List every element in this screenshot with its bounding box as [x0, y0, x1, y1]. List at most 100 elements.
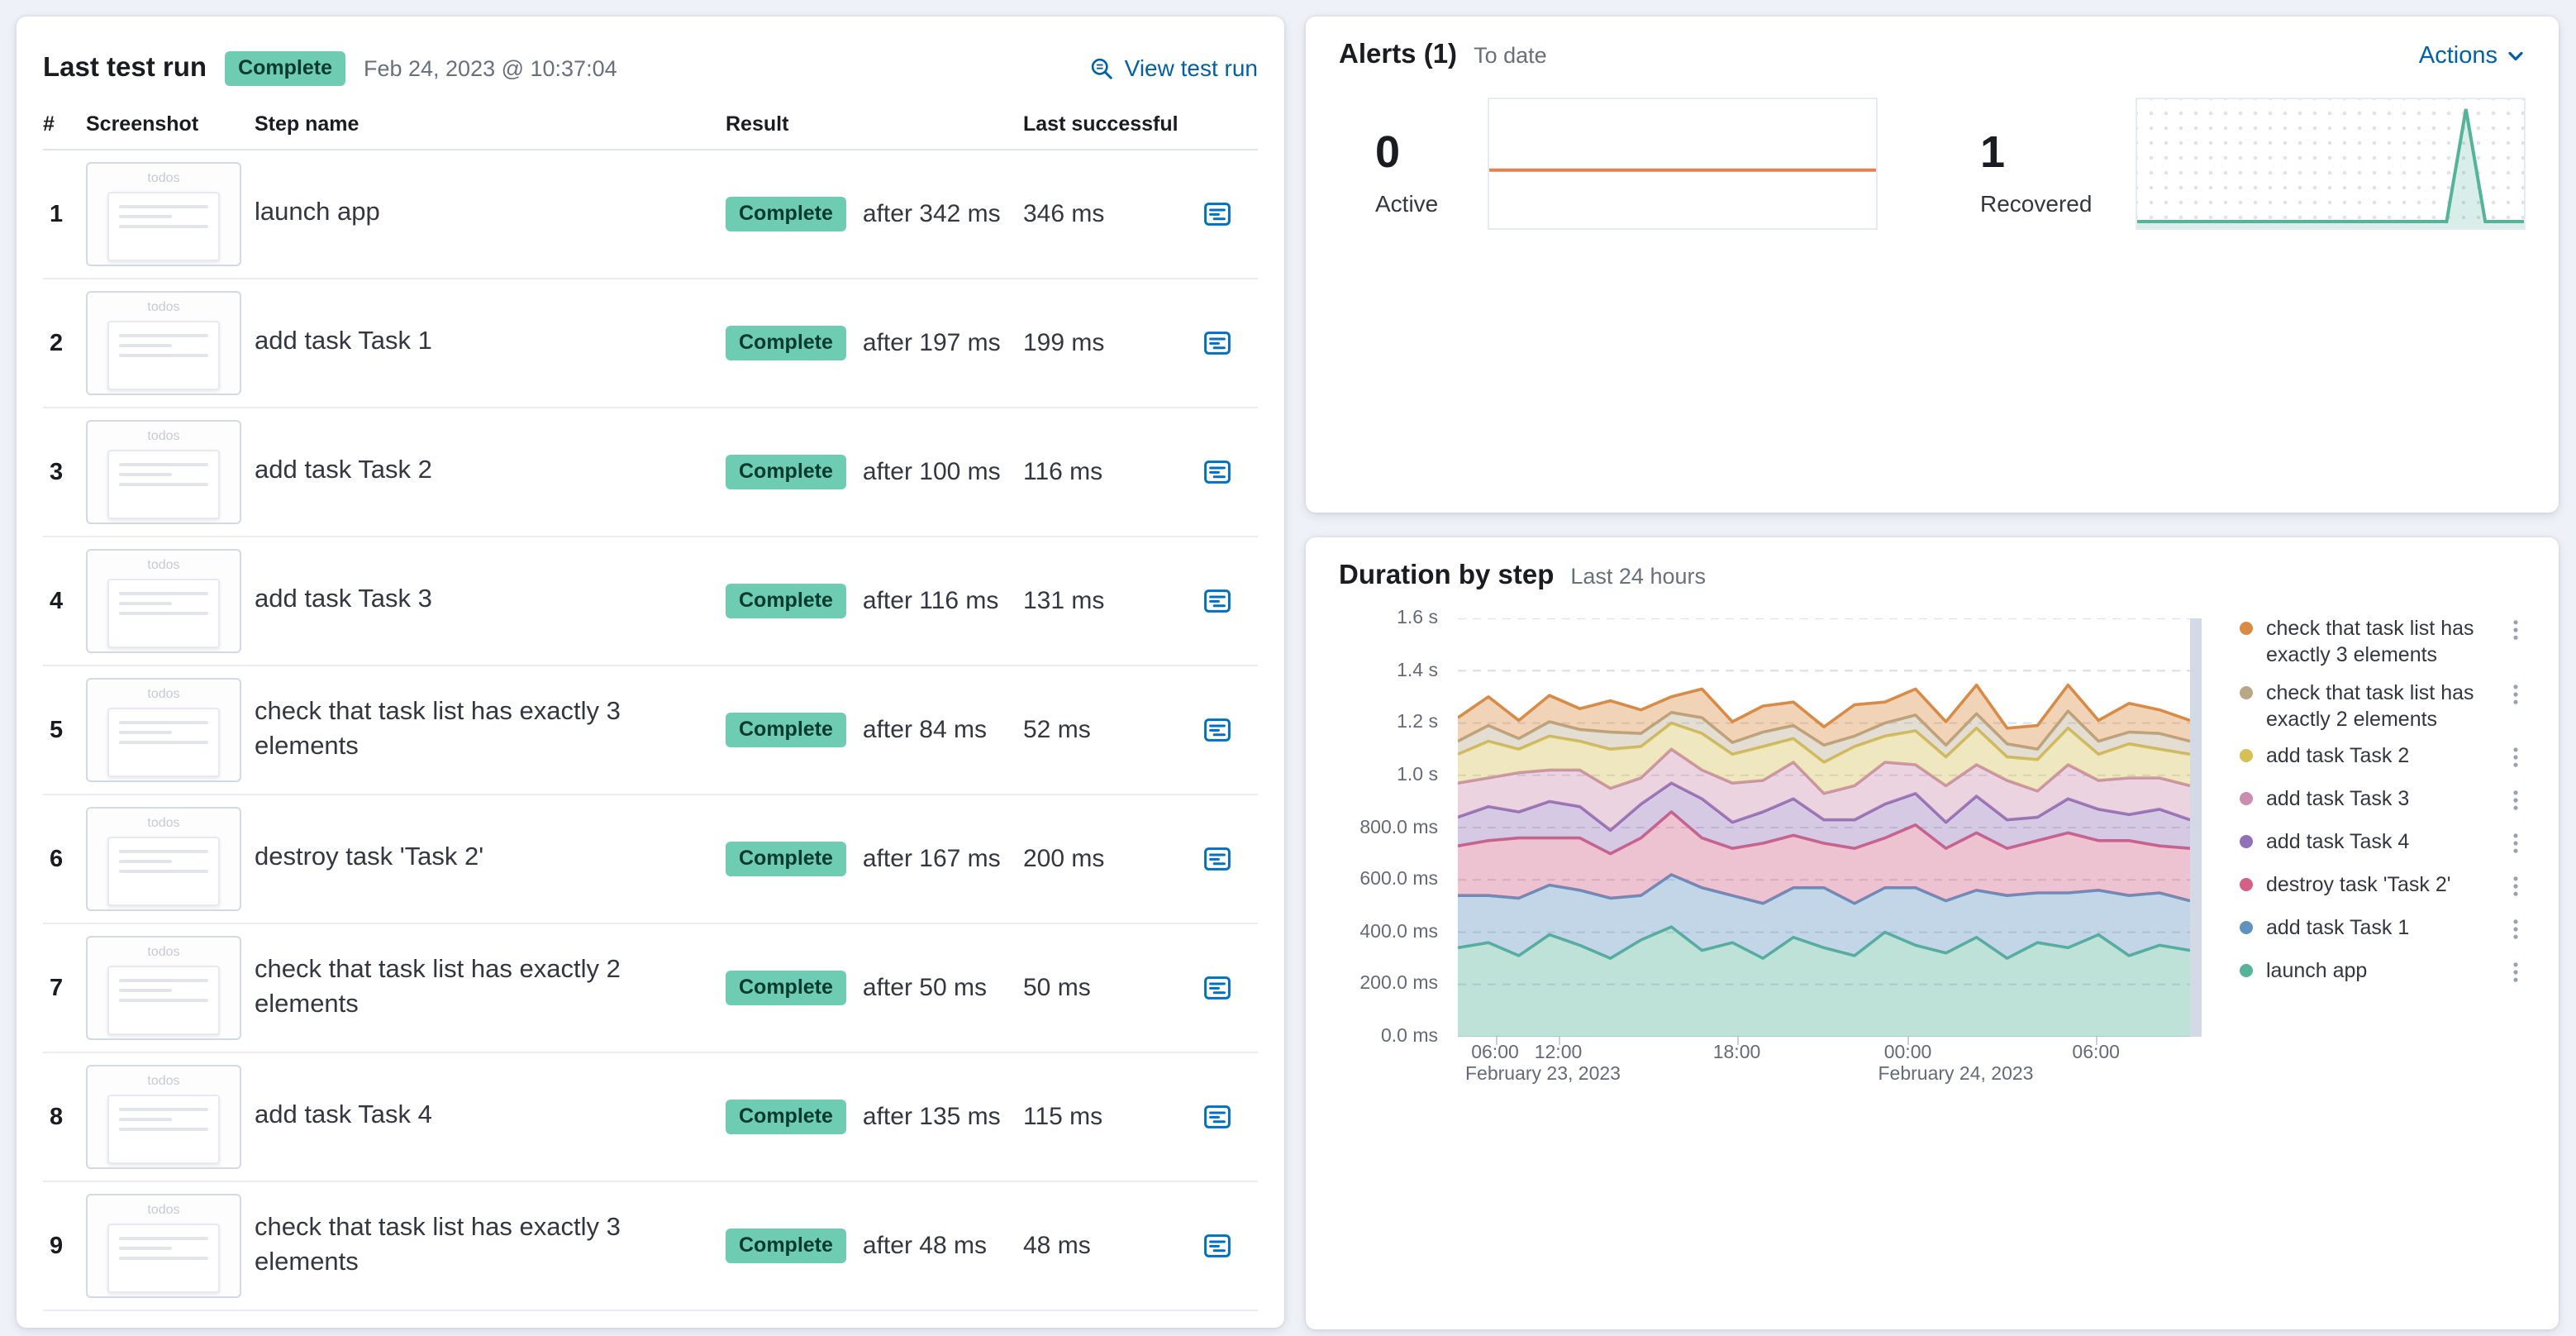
vertical-dots-icon: [2513, 747, 2518, 767]
legend-item[interactable]: check that task list has exactly 3 eleme…: [2240, 615, 2526, 669]
table-row: 9 todos check that task list has exactly…: [43, 1182, 1258, 1311]
thumbnail-content-lines: [107, 837, 220, 906]
step-result-badge: Complete: [726, 455, 846, 489]
alerts-header: Alerts (1) To date Actions: [1339, 40, 2526, 71]
trace-icon: [1203, 332, 1230, 355]
step-result: Complete after 342 ms: [726, 197, 1023, 231]
active-alerts-stat: 0 Active: [1375, 127, 1474, 230]
actions-label: Actions: [2418, 42, 2497, 69]
step-name: launch app: [255, 198, 380, 227]
legend-label: check that task list has exactly 3 eleme…: [2266, 617, 2474, 667]
legend-item[interactable]: add task Task 1: [2240, 914, 2526, 947]
step-detail-button[interactable]: [1198, 325, 1235, 361]
step-detail-button[interactable]: [1198, 841, 1235, 877]
step-screenshot-cell: todos: [86, 420, 255, 524]
last-test-run-header: Last test run Complete Feb 24, 2023 @ 10…: [43, 40, 1258, 96]
legend-item[interactable]: add task Task 4: [2240, 828, 2526, 861]
step-actions-cell: [1198, 712, 1258, 748]
step-duration-text: after 48 ms: [862, 1232, 987, 1260]
active-alerts-sparkline: [1489, 168, 1876, 172]
step-detail-button[interactable]: [1198, 970, 1235, 1006]
x-axis-tick-mark: [1495, 1037, 1497, 1045]
alerts-title: Alerts (1): [1339, 40, 1458, 69]
legend-item[interactable]: add task Task 3: [2240, 785, 2526, 818]
vertical-dots-icon: [2513, 962, 2518, 982]
step-duration-text: after 116 ms: [862, 587, 999, 615]
screenshot-thumbnail[interactable]: todos: [86, 420, 241, 524]
legend-item-menu-button[interactable]: [2506, 744, 2526, 775]
duration-plot-area[interactable]: [1458, 618, 2202, 1037]
legend-item-menu-button[interactable]: [2506, 617, 2526, 648]
legend-item[interactable]: add task Task 2: [2240, 742, 2526, 775]
legend-item[interactable]: check that task list has exactly 2 eleme…: [2240, 679, 2526, 732]
x-axis-tick-label: 06:00: [2072, 1043, 2120, 1063]
step-result: Complete after 116 ms: [726, 584, 1023, 618]
y-axis-tick-label: 200.0 ms: [1359, 974, 1438, 995]
screenshot-thumbnail[interactable]: todos: [86, 678, 241, 782]
step-result: Complete after 167 ms: [726, 842, 1023, 876]
legend-item-menu-button[interactable]: [2506, 873, 2526, 904]
step-result: Complete after 100 ms: [726, 455, 1023, 489]
step-duration-text: after 50 ms: [862, 974, 987, 1002]
screenshot-thumbnail[interactable]: todos: [86, 1194, 241, 1298]
step-actions-cell: [1198, 1228, 1258, 1264]
step-detail-button[interactable]: [1198, 1099, 1235, 1135]
step-screenshot-cell: todos: [86, 291, 255, 395]
step-result: Complete after 135 ms: [726, 1100, 1023, 1134]
y-axis-tick-label: 600.0 ms: [1359, 870, 1438, 890]
thumbnail-content-lines: [107, 1095, 220, 1164]
last-successful-duration: 200 ms: [1023, 845, 1105, 873]
step-result-badge: Complete: [726, 842, 846, 876]
screenshot-thumbnail[interactable]: todos: [86, 1065, 241, 1169]
actions-button[interactable]: Actions: [2419, 42, 2526, 69]
view-test-run-link[interactable]: View test run: [1090, 55, 1258, 81]
panel-title: Last test run: [43, 52, 207, 82]
step-result: Complete after 50 ms: [726, 971, 1023, 1005]
last-successful-duration: 48 ms: [1023, 1232, 1091, 1260]
recovered-alerts-chart: [2136, 98, 2526, 230]
legend-item-menu-button[interactable]: [2506, 787, 2526, 818]
screenshot-thumbnail[interactable]: todos: [86, 549, 241, 653]
legend-item[interactable]: launch app: [2240, 957, 2526, 990]
step-number: 7: [50, 975, 64, 1001]
screenshot-thumbnail[interactable]: todos: [86, 807, 241, 911]
recovered-alerts-stat: 1 Recovered: [1980, 130, 2122, 230]
trace-icon: [1203, 1105, 1230, 1128]
step-number: 9: [50, 1233, 64, 1259]
duration-y-axis: 1.6 s 1.4 s 1.2 s 1.0 s 800.0 ms 600.0 ms 400.…: [1339, 602, 1448, 1098]
step-detail-button[interactable]: [1198, 454, 1235, 490]
duration-legend: check that task list has exactly 3 eleme…: [2240, 615, 2526, 1000]
legend-item-menu-button[interactable]: [2506, 959, 2526, 990]
step-result-badge: Complete: [726, 713, 846, 747]
legend-color-dot: [2240, 622, 2253, 635]
step-duration-text: after 197 ms: [862, 329, 1001, 357]
step-detail-button[interactable]: [1198, 712, 1235, 748]
step-number: 8: [50, 1104, 64, 1130]
monitor-detail-page: Last test run Complete Feb 24, 2023 @ 10…: [0, 0, 2576, 1336]
screenshot-thumbnail[interactable]: todos: [86, 291, 241, 395]
thumbnail-content-lines: [107, 708, 220, 777]
legend-item-menu-button[interactable]: [2506, 830, 2526, 861]
legend-item[interactable]: destroy task 'Task 2': [2240, 871, 2526, 904]
step-number: 5: [50, 717, 64, 743]
step-detail-button[interactable]: [1198, 583, 1235, 619]
step-detail-button[interactable]: [1198, 1228, 1235, 1264]
thumbnail-app-title: todos: [147, 428, 180, 443]
legend-label: destroy task 'Task 2': [2266, 873, 2451, 896]
active-alerts-count: 0: [1375, 127, 1401, 177]
alerts-subtitle: To date: [1474, 43, 1547, 68]
step-duration-text: after 100 ms: [862, 458, 1001, 486]
last-successful-duration: 50 ms: [1023, 974, 1091, 1002]
step-name: add task Task 3: [255, 585, 432, 614]
legend-item-menu-button[interactable]: [2506, 916, 2526, 947]
x-axis-tick-mark: [1736, 1037, 1739, 1045]
screenshot-thumbnail[interactable]: todos: [86, 936, 241, 1040]
step-result: Complete after 197 ms: [726, 326, 1023, 360]
step-screenshot-cell: todos: [86, 936, 255, 1040]
legend-item-menu-button[interactable]: [2506, 680, 2526, 712]
trace-icon: [1203, 203, 1230, 226]
step-detail-button[interactable]: [1198, 196, 1235, 232]
duration-header: Duration by step Last 24 hours: [1339, 561, 2526, 592]
screenshot-thumbnail[interactable]: todos: [86, 162, 241, 266]
legend-color-dot: [2240, 835, 2253, 848]
